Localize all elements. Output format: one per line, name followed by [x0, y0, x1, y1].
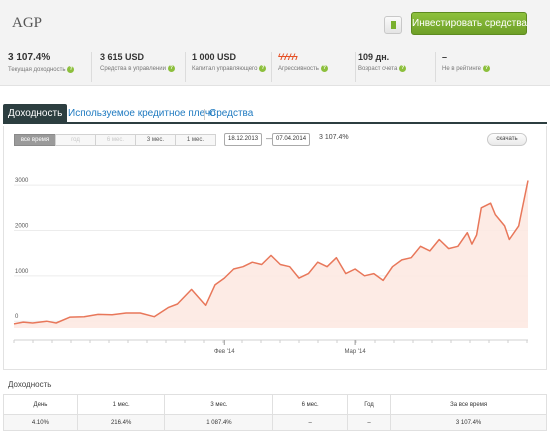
stat-label: Агрессивность — [278, 66, 319, 73]
bookmark-icon — [391, 21, 396, 29]
y-tick-label: 2000 — [15, 223, 29, 229]
x-tick-label: Мар '14 — [344, 349, 366, 355]
tab-returns[interactable]: Доходность — [3, 104, 68, 124]
table-cell: – — [272, 414, 348, 431]
table-cell: 3 107.4% — [390, 414, 547, 431]
stat-value: – — [442, 52, 448, 62]
stat-value: 1 000 USD — [192, 52, 237, 62]
stat-current-return: 3 107.4% Текущая доходность? — [8, 52, 92, 82]
table-header: 1 мес. — [76, 394, 166, 415]
table-header: 3 мес. — [164, 394, 274, 415]
period-year[interactable]: год — [55, 134, 96, 146]
tab-funds[interactable]: Средства — [209, 104, 253, 124]
help-icon[interactable]: ? — [67, 66, 75, 73]
account-name: AGP — [12, 15, 43, 31]
series-area — [14, 180, 528, 328]
stat-value: 3 107.4% — [8, 52, 51, 63]
returns-table: День 1 мес. 3 мес. 6 мес. Год За все вре… — [3, 394, 547, 431]
table-row: 4.10% 216.4% 1 087.4% – – 3 107.4% — [3, 414, 547, 431]
range-return-value: 3 107.4% — [319, 134, 349, 141]
help-icon[interactable]: ? — [483, 65, 491, 72]
stat-account-age: 109 дн. Возраст счета? — [356, 52, 436, 82]
table-header: За все время — [390, 394, 547, 415]
returns-chart: 0 1000 2000 3000 Фев '14 Мар '14 — [13, 178, 529, 355]
stat-label: Текущая доходность — [8, 67, 66, 74]
table-header: День — [3, 394, 78, 415]
x-tick-label: Фев '14 — [214, 349, 235, 355]
stat-label: Капитал управляющего — [192, 66, 258, 73]
period-3-months[interactable]: 3 мес. — [135, 134, 176, 146]
stat-value: 3 615 USD — [100, 52, 145, 62]
period-6-months[interactable]: 6 мес. — [95, 134, 136, 146]
y-tick-label: 0 — [15, 314, 19, 320]
table-header: Год — [346, 394, 392, 415]
stat-funds-managed: 3 615 USD Средства в управлении? — [100, 52, 186, 82]
table-cell: 4.10% — [3, 414, 78, 431]
help-icon[interactable]: ? — [167, 65, 175, 72]
stat-manager-capital: 1 000 USD Капитал управляющего? — [186, 52, 272, 82]
help-icon[interactable]: ? — [259, 65, 267, 72]
returns-table-title: Доходность — [8, 380, 52, 389]
table-cell: – — [346, 414, 392, 431]
tab-divider — [204, 109, 205, 120]
date-from-input[interactable]: 18.12.2013 — [224, 133, 263, 146]
help-icon[interactable]: ? — [320, 65, 328, 72]
stat-label: Возраст счета — [358, 66, 398, 73]
stat-label: Средства в управлении — [100, 66, 166, 73]
y-tick-label: 3000 — [15, 178, 29, 184]
download-button[interactable]: скачать — [487, 133, 527, 146]
stat-rating: – Не в рейтинге? — [436, 52, 536, 82]
lightning-icon: ϟϟϟϟϟ — [278, 52, 298, 62]
table-cell: 216.4% — [76, 414, 166, 431]
date-to-input[interactable]: 07.04.2014 — [272, 133, 311, 146]
account-stats: 3 107.4% Текущая доходность? 3 615 USD С… — [8, 52, 542, 82]
stat-label: Не в рейтинге — [442, 66, 482, 73]
period-1-month[interactable]: 1 мес. — [175, 134, 216, 146]
help-icon[interactable]: ? — [399, 65, 407, 72]
period-all-time[interactable]: все время — [14, 134, 56, 146]
invest-button[interactable]: Инвестировать средства — [411, 12, 527, 35]
table-cell: 1 087.4% — [164, 414, 274, 431]
chart-panel: 0 1000 2000 3000 Фев '14 Мар '14 все время го… — [3, 126, 547, 370]
stat-aggressiveness: ϟϟϟϟϟ Агрессивность? — [272, 52, 356, 82]
y-tick-label: 1000 — [15, 269, 29, 275]
chart-tabs: Доходность Используемое кредитное плечо … — [3, 104, 547, 124]
table-header-row: День 1 мес. 3 мес. 6 мес. Год За все вре… — [3, 394, 547, 415]
tab-leverage[interactable]: Используемое кредитное плечо — [68, 104, 216, 124]
table-header: 6 мес. — [272, 394, 348, 415]
stat-value: 109 дн. — [358, 52, 390, 62]
account-header: AGP Инвестировать средства 3 107.4% Теку… — [0, 0, 550, 86]
bookmark-button[interactable] — [384, 16, 402, 34]
